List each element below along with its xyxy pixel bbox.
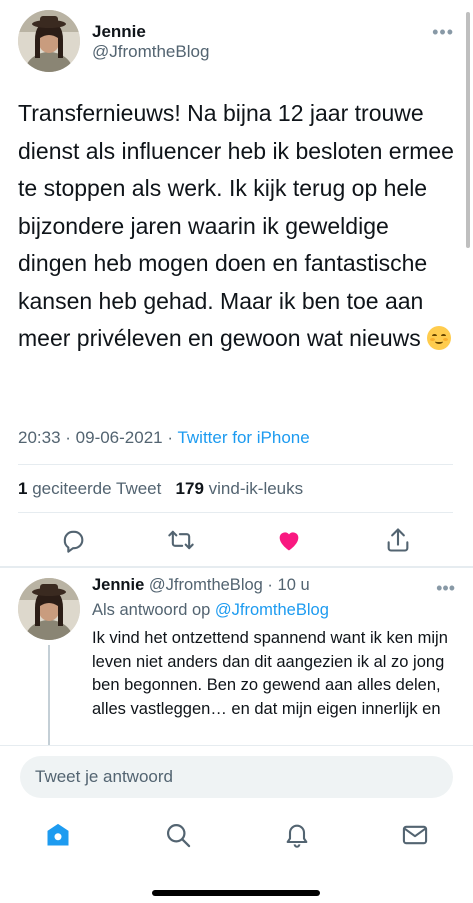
more-icon[interactable]: ••• <box>432 22 454 43</box>
retweet-icon[interactable] <box>167 526 195 554</box>
scrollbar[interactable] <box>466 12 470 248</box>
replying-to-link[interactable]: @JfromtheBlog <box>215 601 329 619</box>
reply-text: Ik vind het ontzettend spannend want ik … <box>92 629 448 718</box>
reply-composer <box>0 745 473 807</box>
replying-prefix: Als antwoord op <box>92 601 211 619</box>
tweet-body: Transfernieuws! Na bijna 12 jaar trouwe … <box>18 100 454 351</box>
home-indicator[interactable] <box>152 890 320 896</box>
thread-line <box>48 645 50 745</box>
tweet-header: Jennie @JfromtheBlog ••• <box>18 10 458 74</box>
like-count: 179 <box>175 479 204 498</box>
reply-age: 10 u <box>277 576 310 594</box>
divider <box>18 464 453 465</box>
reply-avatar[interactable] <box>18 578 80 640</box>
share-icon[interactable] <box>384 526 412 554</box>
tweet-text: Transfernieuws! Na bijna 12 jaar trouwe … <box>18 95 458 358</box>
quote-count: 1 <box>18 479 28 498</box>
author-name[interactable]: Jennie <box>92 22 146 42</box>
author-handle[interactable]: @JfromtheBlog <box>92 42 209 62</box>
tweet-source[interactable]: Twitter for iPhone <box>177 428 309 447</box>
avatar[interactable] <box>18 10 80 72</box>
divider <box>18 512 453 513</box>
tweet-date: 09-06-2021 <box>75 428 163 447</box>
like-label: vind-ik-leuks <box>208 479 304 498</box>
messages-icon[interactable] <box>401 821 429 849</box>
reply-author-name[interactable]: Jennie <box>92 576 144 594</box>
reply-author-handle[interactable]: @JfromtheBlog <box>149 576 263 594</box>
reply-header: Jennie @JfromtheBlog · 10 u <box>92 576 310 594</box>
quote-label: geciteerde Tweet <box>32 479 162 498</box>
home-icon[interactable] <box>44 821 72 849</box>
relieved-face-emoji <box>427 326 452 350</box>
tweet-meta: 20:33 · 09-06-2021 · Twitter for iPhone <box>18 428 310 447</box>
reply-input[interactable] <box>20 756 453 798</box>
replying-to: Als antwoord op @JfromtheBlog <box>92 601 329 620</box>
tab-bar <box>0 808 473 868</box>
like-icon[interactable] <box>275 526 303 554</box>
search-icon[interactable] <box>164 821 192 849</box>
tweet-stats: 1 geciteerde Tweet 179 vind-ik-leuks <box>18 479 303 499</box>
quote-tweets-link[interactable]: 1 geciteerde Tweet <box>18 479 161 498</box>
tweet-time: 20:33 <box>18 428 61 447</box>
notifications-icon[interactable] <box>283 821 311 849</box>
reply-more-icon[interactable]: ••• <box>436 578 455 599</box>
likes-link[interactable]: 179 vind-ik-leuks <box>176 479 304 498</box>
tweet-actions <box>0 520 473 560</box>
reply-icon[interactable] <box>59 526 87 554</box>
divider <box>0 566 473 568</box>
